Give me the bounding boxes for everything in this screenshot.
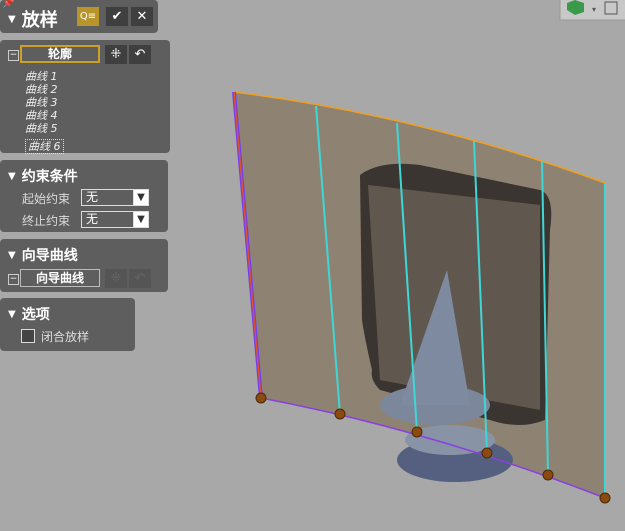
- select-value: 无: [86, 212, 99, 226]
- options-panel: ▼ 选项 闭合放样: [0, 298, 135, 351]
- profile-selector[interactable]: 轮廓: [20, 45, 100, 63]
- collapse-icon[interactable]: ▼: [8, 250, 16, 261]
- list-item[interactable]: 曲线 6: [25, 139, 64, 154]
- collapse-tree-icon[interactable]: −: [8, 50, 19, 61]
- closed-loft-checkbox[interactable]: [21, 329, 35, 343]
- guide-panel: ▼ 向导曲线 − 向导曲线 ⁜ ↶: [0, 239, 168, 292]
- list-item[interactable]: 曲线 1: [25, 70, 64, 83]
- closed-loft-label: 闭合放样: [41, 330, 90, 344]
- section-title: 约束条件: [21, 169, 78, 185]
- end-constraint-select[interactable]: 无 ▼: [81, 211, 149, 228]
- preview-button[interactable]: Q≡: [77, 7, 99, 26]
- start-constraint-label: 起始约束: [22, 192, 71, 206]
- collapse-icon[interactable]: ▼: [8, 171, 16, 182]
- undo-button[interactable]: ↶: [129, 45, 151, 64]
- undo-button: ↶: [129, 269, 151, 288]
- guide-selector[interactable]: 向导曲线: [20, 269, 100, 287]
- svg-text:▾: ▾: [592, 5, 596, 14]
- constraints-panel: ▼ 约束条件 起始约束 无 ▼ 终止约束 无 ▼: [0, 160, 168, 232]
- section-title: 选项: [21, 307, 50, 323]
- start-constraint-select[interactable]: 无 ▼: [81, 189, 149, 206]
- loft-header-panel: 📌 ▼ 放样 Q≡ ✔ ✕: [0, 0, 158, 33]
- select-value: 无: [86, 190, 99, 204]
- list-item[interactable]: 曲线 4: [25, 109, 64, 122]
- section-title: 向导曲线: [21, 248, 78, 264]
- explode-button: ⁜: [105, 269, 127, 288]
- collapse-icon[interactable]: ▼: [8, 309, 16, 320]
- collapse-tree-icon[interactable]: −: [8, 274, 19, 285]
- ok-button[interactable]: ✔: [106, 7, 128, 26]
- end-constraint-label: 终止约束: [22, 214, 71, 228]
- profile-panel: − 轮廓 ⁜ ↶ 曲线 1 曲线 2 曲线 3 曲线 4 曲线 5 曲线 6: [0, 40, 170, 154]
- chevron-down-icon: ▼: [133, 190, 148, 205]
- list-item[interactable]: 曲线 3: [25, 96, 64, 109]
- chevron-down-icon: ▼: [133, 212, 148, 227]
- page-title: 放样: [21, 10, 58, 31]
- collapse-icon[interactable]: ▼: [8, 14, 16, 25]
- explode-button[interactable]: ⁜: [105, 45, 127, 64]
- list-item[interactable]: 曲线 5: [25, 122, 64, 135]
- list-item[interactable]: 曲线 2: [25, 83, 64, 96]
- cancel-button[interactable]: ✕: [131, 7, 153, 26]
- curve-list: 曲线 1 曲线 2 曲线 3 曲线 4 曲线 5 曲线 6: [25, 70, 64, 154]
